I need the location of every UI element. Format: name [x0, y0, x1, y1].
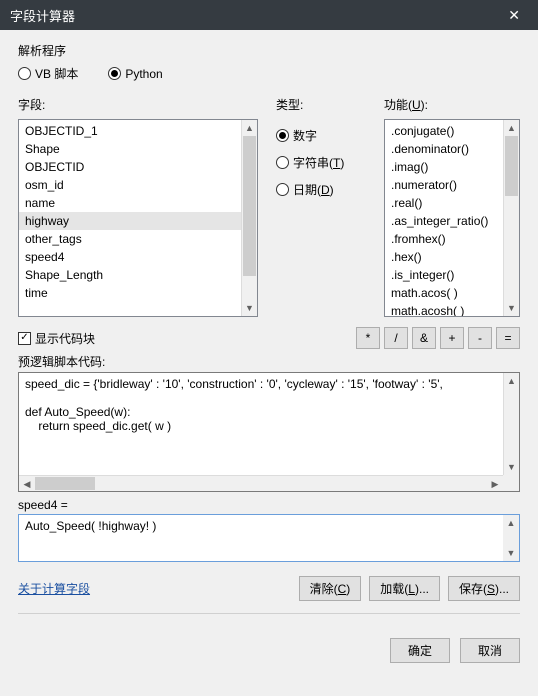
fields-label: 字段: [18, 96, 258, 113]
scroll-up-icon[interactable]: ▲ [504, 373, 519, 389]
scrollbar[interactable]: ▲ ▼ [241, 120, 257, 316]
functions-listbox[interactable]: .conjugate() .denominator() .imag() .num… [384, 119, 520, 317]
list-item[interactable]: .is_integer() [385, 266, 519, 284]
prelogic-text: speed_dic = {'bridleway' : '10', 'constr… [19, 373, 519, 437]
scroll-down-icon[interactable]: ▼ [503, 545, 519, 561]
scrollbar[interactable]: ▲ ▼ [503, 373, 519, 475]
cancel-button[interactable]: 取消 [460, 638, 520, 663]
expression-text: Auto_Speed( !highway! ) [19, 515, 519, 537]
op-minus-button[interactable]: - [468, 327, 492, 349]
close-icon[interactable]: ✕ [500, 7, 528, 24]
operator-buttons: * / & + - = [356, 327, 520, 349]
radio-icon [18, 67, 31, 80]
divider [18, 613, 520, 614]
list-item[interactable]: other_tags [19, 230, 257, 248]
type-number-label: 数字 [293, 127, 317, 144]
list-item[interactable]: .hex() [385, 248, 519, 266]
op-plus-button[interactable]: + [440, 327, 464, 349]
list-item[interactable]: .denominator() [385, 140, 519, 158]
scroll-left-icon[interactable]: ◀ [19, 476, 35, 492]
fields-listbox[interactable]: OBJECTID_1 Shape OBJECTID osm_id name hi… [18, 119, 258, 317]
scroll-up-icon[interactable]: ▲ [503, 515, 519, 531]
type-label: 类型: [276, 96, 366, 113]
scroll-down-icon[interactable]: ▼ [504, 300, 519, 316]
list-item[interactable]: .as_integer_ratio() [385, 212, 519, 230]
expression-textarea[interactable]: Auto_Speed( !highway! ) ▲ ▼ [18, 514, 520, 562]
scroll-up-icon[interactable]: ▲ [242, 120, 257, 136]
prelogic-textarea[interactable]: speed_dic = {'bridleway' : '10', 'constr… [18, 372, 520, 492]
op-divide-button[interactable]: / [384, 327, 408, 349]
scroll-up-icon[interactable]: ▲ [504, 120, 519, 136]
radio-icon [276, 129, 289, 142]
scroll-thumb[interactable] [35, 477, 95, 490]
list-item[interactable]: speed4 [19, 248, 257, 266]
radio-icon [276, 183, 289, 196]
help-link[interactable]: 关于计算字段 [18, 580, 90, 597]
scroll-down-icon[interactable]: ▼ [504, 459, 519, 475]
load-button[interactable]: 加载(L)... [369, 576, 440, 601]
parser-python-label: Python [125, 67, 162, 81]
dialog-content: 解析程序 VB 脚本 Python 字段: OBJECTID_1 Shape O… [0, 30, 538, 673]
parser-radio-group: VB 脚本 Python [18, 65, 520, 82]
list-item[interactable]: OBJECTID_1 [19, 122, 257, 140]
list-item[interactable]: .real() [385, 194, 519, 212]
scrollbar-horizontal[interactable]: ◀ ▶ [19, 475, 503, 491]
parser-vb-radio[interactable]: VB 脚本 [18, 65, 78, 82]
scroll-down-icon[interactable]: ▼ [242, 300, 257, 316]
list-item[interactable]: .imag() [385, 158, 519, 176]
list-item[interactable]: time [19, 284, 257, 302]
expression-label: speed4 = [18, 498, 520, 512]
window-title: 字段计算器 [10, 6, 75, 25]
op-multiply-button[interactable]: * [356, 327, 380, 349]
scroll-thumb[interactable] [243, 136, 256, 276]
scroll-corner [503, 475, 519, 491]
list-item[interactable]: math.acosh( ) [385, 302, 519, 317]
op-equals-button[interactable]: = [496, 327, 520, 349]
list-item[interactable]: .numerator() [385, 176, 519, 194]
type-number-radio[interactable]: 数字 [276, 127, 366, 144]
list-item[interactable]: osm_id [19, 176, 257, 194]
op-concat-button[interactable]: & [412, 327, 436, 349]
list-item[interactable]: math.acos( ) [385, 284, 519, 302]
radio-icon [108, 67, 121, 80]
list-item[interactable]: Shape_Length [19, 266, 257, 284]
prelogic-label: 预逻辑脚本代码: [18, 353, 520, 370]
list-item[interactable]: highway [19, 212, 257, 230]
parser-vb-label: VB 脚本 [35, 65, 78, 82]
type-date-label: 日期(D) [293, 181, 334, 198]
titlebar: 字段计算器 ✕ [0, 0, 538, 30]
save-button[interactable]: 保存(S)... [448, 576, 520, 601]
type-date-radio[interactable]: 日期(D) [276, 181, 366, 198]
scrollbar[interactable]: ▲ ▼ [503, 515, 519, 561]
list-item[interactable]: .fromhex() [385, 230, 519, 248]
checkbox-icon: ✓ [18, 332, 31, 345]
clear-button[interactable]: 清除(C) [299, 576, 362, 601]
scrollbar[interactable]: ▲ ▼ [503, 120, 519, 316]
type-string-label: 字符串(T) [293, 154, 344, 171]
show-codeblock-label: 显示代码块 [35, 330, 95, 347]
scroll-right-icon[interactable]: ▶ [487, 476, 503, 492]
list-item[interactable]: OBJECTID [19, 158, 257, 176]
list-item[interactable]: name [19, 194, 257, 212]
scroll-thumb[interactable] [505, 136, 518, 196]
type-string-radio[interactable]: 字符串(T) [276, 154, 366, 171]
parser-python-radio[interactable]: Python [108, 65, 162, 82]
list-item[interactable]: .conjugate() [385, 122, 519, 140]
functions-label: 功能(U): [384, 96, 520, 113]
ok-button[interactable]: 确定 [390, 638, 450, 663]
radio-icon [276, 156, 289, 169]
list-item[interactable]: Shape [19, 140, 257, 158]
show-codeblock-checkbox[interactable]: ✓ 显示代码块 [18, 330, 95, 347]
parser-label: 解析程序 [18, 42, 520, 59]
